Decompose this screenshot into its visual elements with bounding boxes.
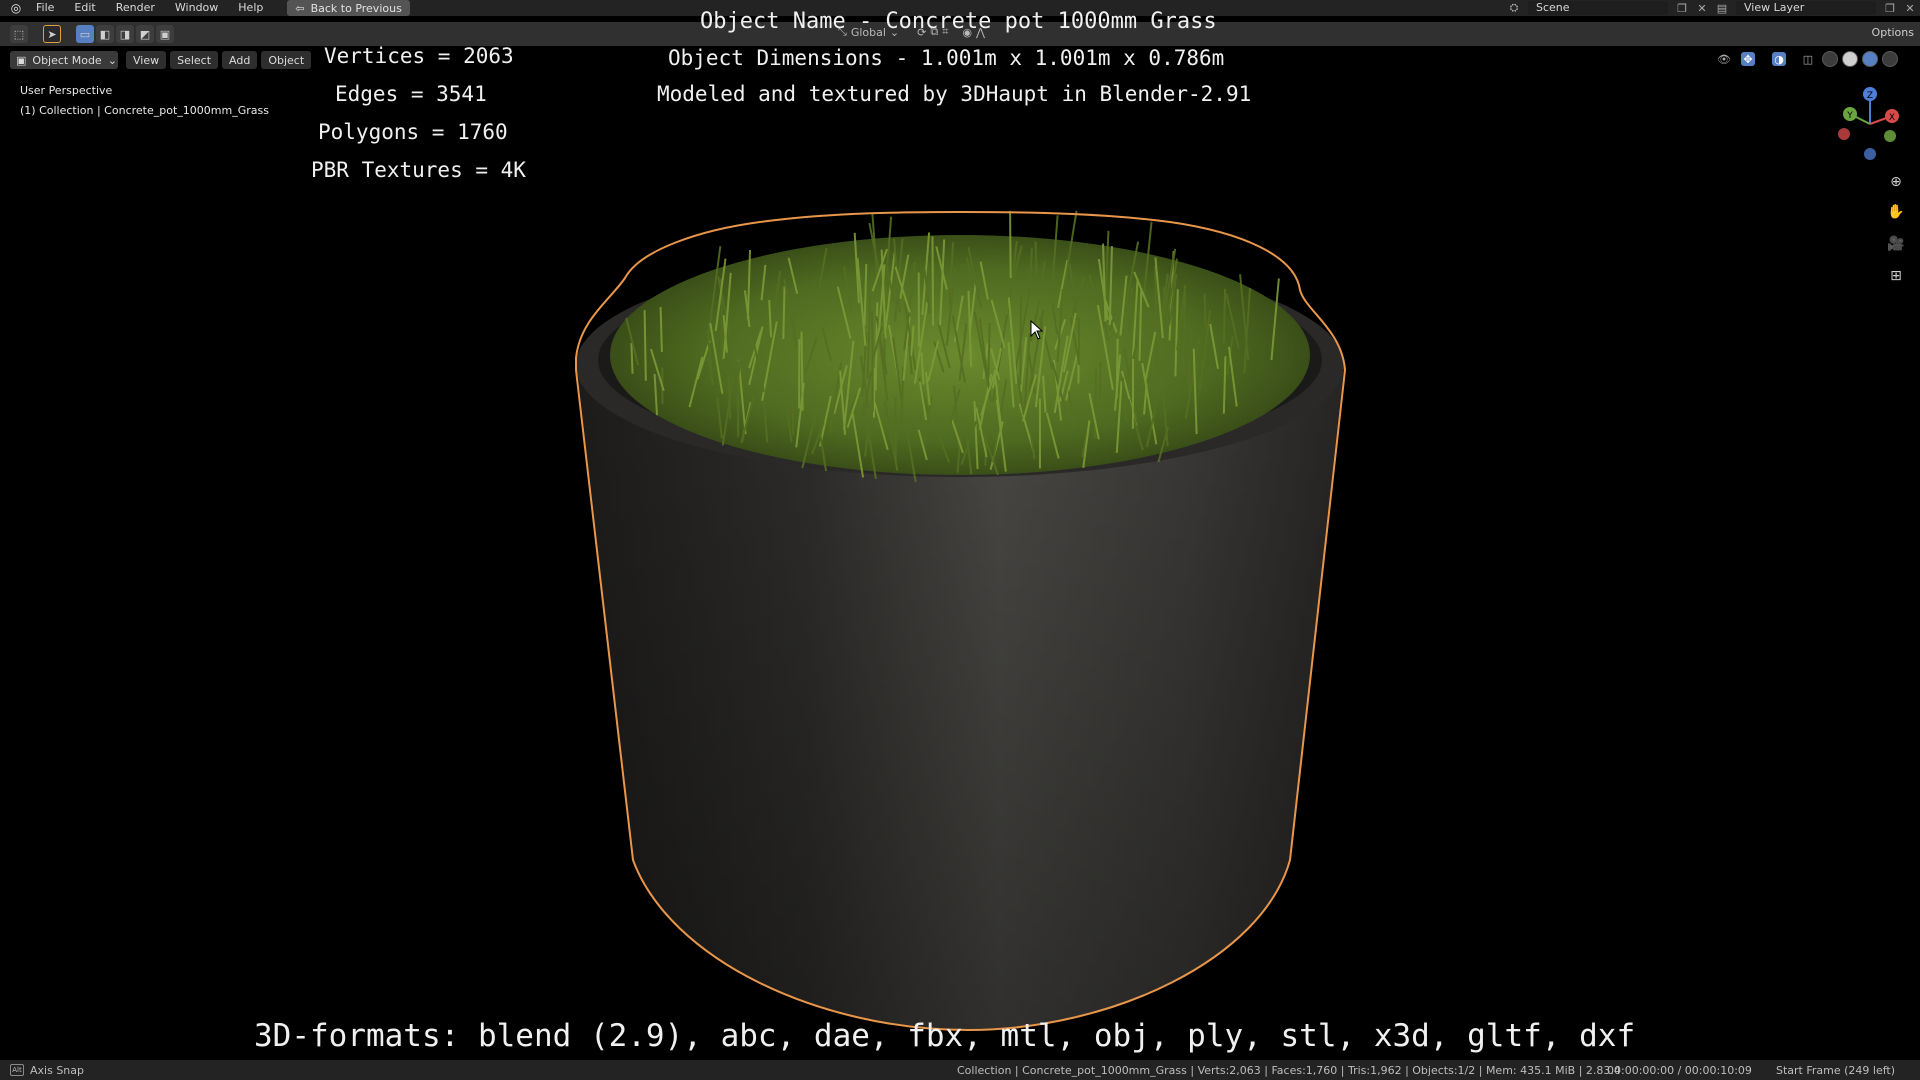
vertices-count: Vertices = 2063 [324,44,514,68]
start-frame: Start Frame (249 left) [1776,1064,1896,1077]
grass-blade [1019,295,1022,385]
gizmo-x-label: X [1889,113,1895,123]
grass-blade [643,310,647,381]
axis-snap-label: Axis Snap [30,1063,84,1077]
grass-blade [987,322,991,379]
grass-blade [1115,338,1119,399]
grass-blade [1222,288,1227,344]
ortho-toggle-icon[interactable]: ⊞ [1884,264,1908,288]
perspective-label: User Perspective [20,84,113,97]
grass-blade [659,307,663,352]
object-dimensions: Object Dimensions - 1.001m x 1.001m x 0.… [668,46,1225,70]
camera-view-icon[interactable]: 🎥 [1884,232,1908,256]
polygons-count: Polygons = 1760 [318,120,508,144]
formats-line: 3D-formats: blend (2.9), abc, dae, fbx, … [254,1018,1636,1054]
gizmo-y-label: Y [1846,111,1853,121]
credit-line: Modeled and textured by 3DHaupt in Blend… [657,82,1252,106]
timecode: 00:00:00:00 / 00:00:10:09 [1607,1064,1752,1077]
mouse-cursor-icon [1030,320,1044,340]
grass-blade [931,236,935,326]
grass-blade [1034,241,1038,279]
grass-blade [782,286,786,339]
grass-blade [1009,210,1012,278]
object-name-title: Object Name - Concrete pot 1000mm Grass [700,9,1217,34]
scene-statistics: Collection | Concrete_pot_1000mm_Grass |… [957,1064,1621,1077]
navigation-gizmo[interactable]: Z Y X [1830,84,1910,164]
grass-blade [630,342,634,374]
collection-label: (1) Collection | Concrete_pot_1000mm_Gra… [20,104,269,117]
viewport-scene[interactable] [0,0,1920,1080]
edges-count: Edges = 3541 [335,82,487,106]
grass-blade [1203,293,1207,328]
gizmo-z-label: Z [1867,91,1873,101]
status-bar: Alt Axis Snap Collection | Concrete_pot_… [0,1060,1920,1080]
alt-key-icon: Alt [10,1064,24,1076]
zoom-icon[interactable]: ⊕ [1884,170,1908,194]
pan-hand-icon[interactable]: ✋ [1884,200,1908,224]
pbr-textures-label: PBR Textures = 4K [311,158,526,182]
